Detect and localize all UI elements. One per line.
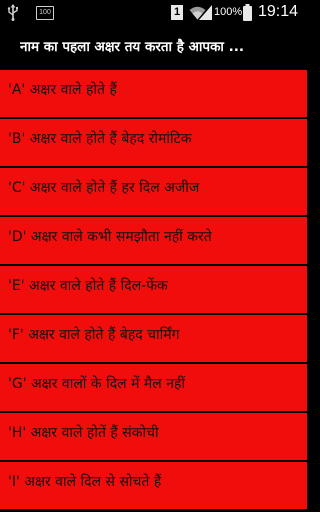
list-item-label: 'C' अक्षर वाले होते हैं हर दिल अजीज (8, 180, 200, 196)
status-clock: 19:14 (258, 3, 299, 20)
battery-icon (243, 4, 252, 21)
list-item[interactable]: 'H' अक्षर वाले होतें हैं संकोची (0, 413, 307, 460)
sim-slot-badge: 1 (171, 5, 183, 20)
list-item-label: 'F' अक्षर वाले होते हैं बेहद चार्मिंग (8, 327, 180, 343)
app-title-bar: नाम का पहला अक्षर तय करता है आपका ... (0, 25, 307, 70)
list-item[interactable]: 'E' अक्षर वाले होते हैं दिल-फेंक (0, 266, 307, 313)
list-item[interactable]: 'C' अक्षर वाले होते हैं हर दिल अजीज (0, 168, 307, 215)
list-item[interactable]: 'A' अक्षर वाले होते हैं (0, 70, 307, 117)
list-item[interactable]: 'I' अक्षर वाले दिल से सोचते हैं (0, 462, 307, 509)
status-bar: 100 1 100% 19:14 (0, 0, 307, 25)
list-item[interactable]: 'D' अक्षर वाले कभी समझौता नहीं करते (0, 217, 307, 264)
list-item-label: 'E' अक्षर वाले होते हैं दिल-फेंक (8, 278, 168, 294)
page-title: नाम का पहला अक्षर तय करता है आपका ... (20, 39, 245, 55)
list-item[interactable]: 'G' अक्षर वालों के दिल में मैल नहीं (0, 364, 307, 411)
list-item[interactable]: 'F' अक्षर वाले होते हैं बेहद चार्मिंग (0, 315, 307, 362)
list-item-label: 'G' अक्षर वालों के दिल में मैल नहीं (8, 376, 186, 392)
signal-icon (199, 5, 212, 20)
list-item-label: 'A' अक्षर वाले होते हैं (8, 82, 117, 98)
list-item-label: 'H' अक्षर वाले होतें हैं संकोची (8, 425, 159, 441)
list-item-label: 'I' अक्षर वाले दिल से सोचते हैं (8, 474, 162, 490)
battery-percent: 100% (214, 6, 243, 18)
list-item-label: 'D' अक्षर वाले कभी समझौता नहीं करते (8, 229, 212, 245)
image-notification-icon: 100 (36, 6, 54, 20)
article-list[interactable]: 'A' अक्षर वाले होते हैं 'B' अक्षर वाले ह… (0, 70, 307, 512)
usb-icon (7, 4, 18, 21)
list-item[interactable]: 'B' अक्षर वाले होते हैं बेहद रोमांटिक (0, 119, 307, 166)
list-item-label: 'B' अक्षर वाले होते हैं बेहद रोमांटिक (8, 131, 192, 147)
